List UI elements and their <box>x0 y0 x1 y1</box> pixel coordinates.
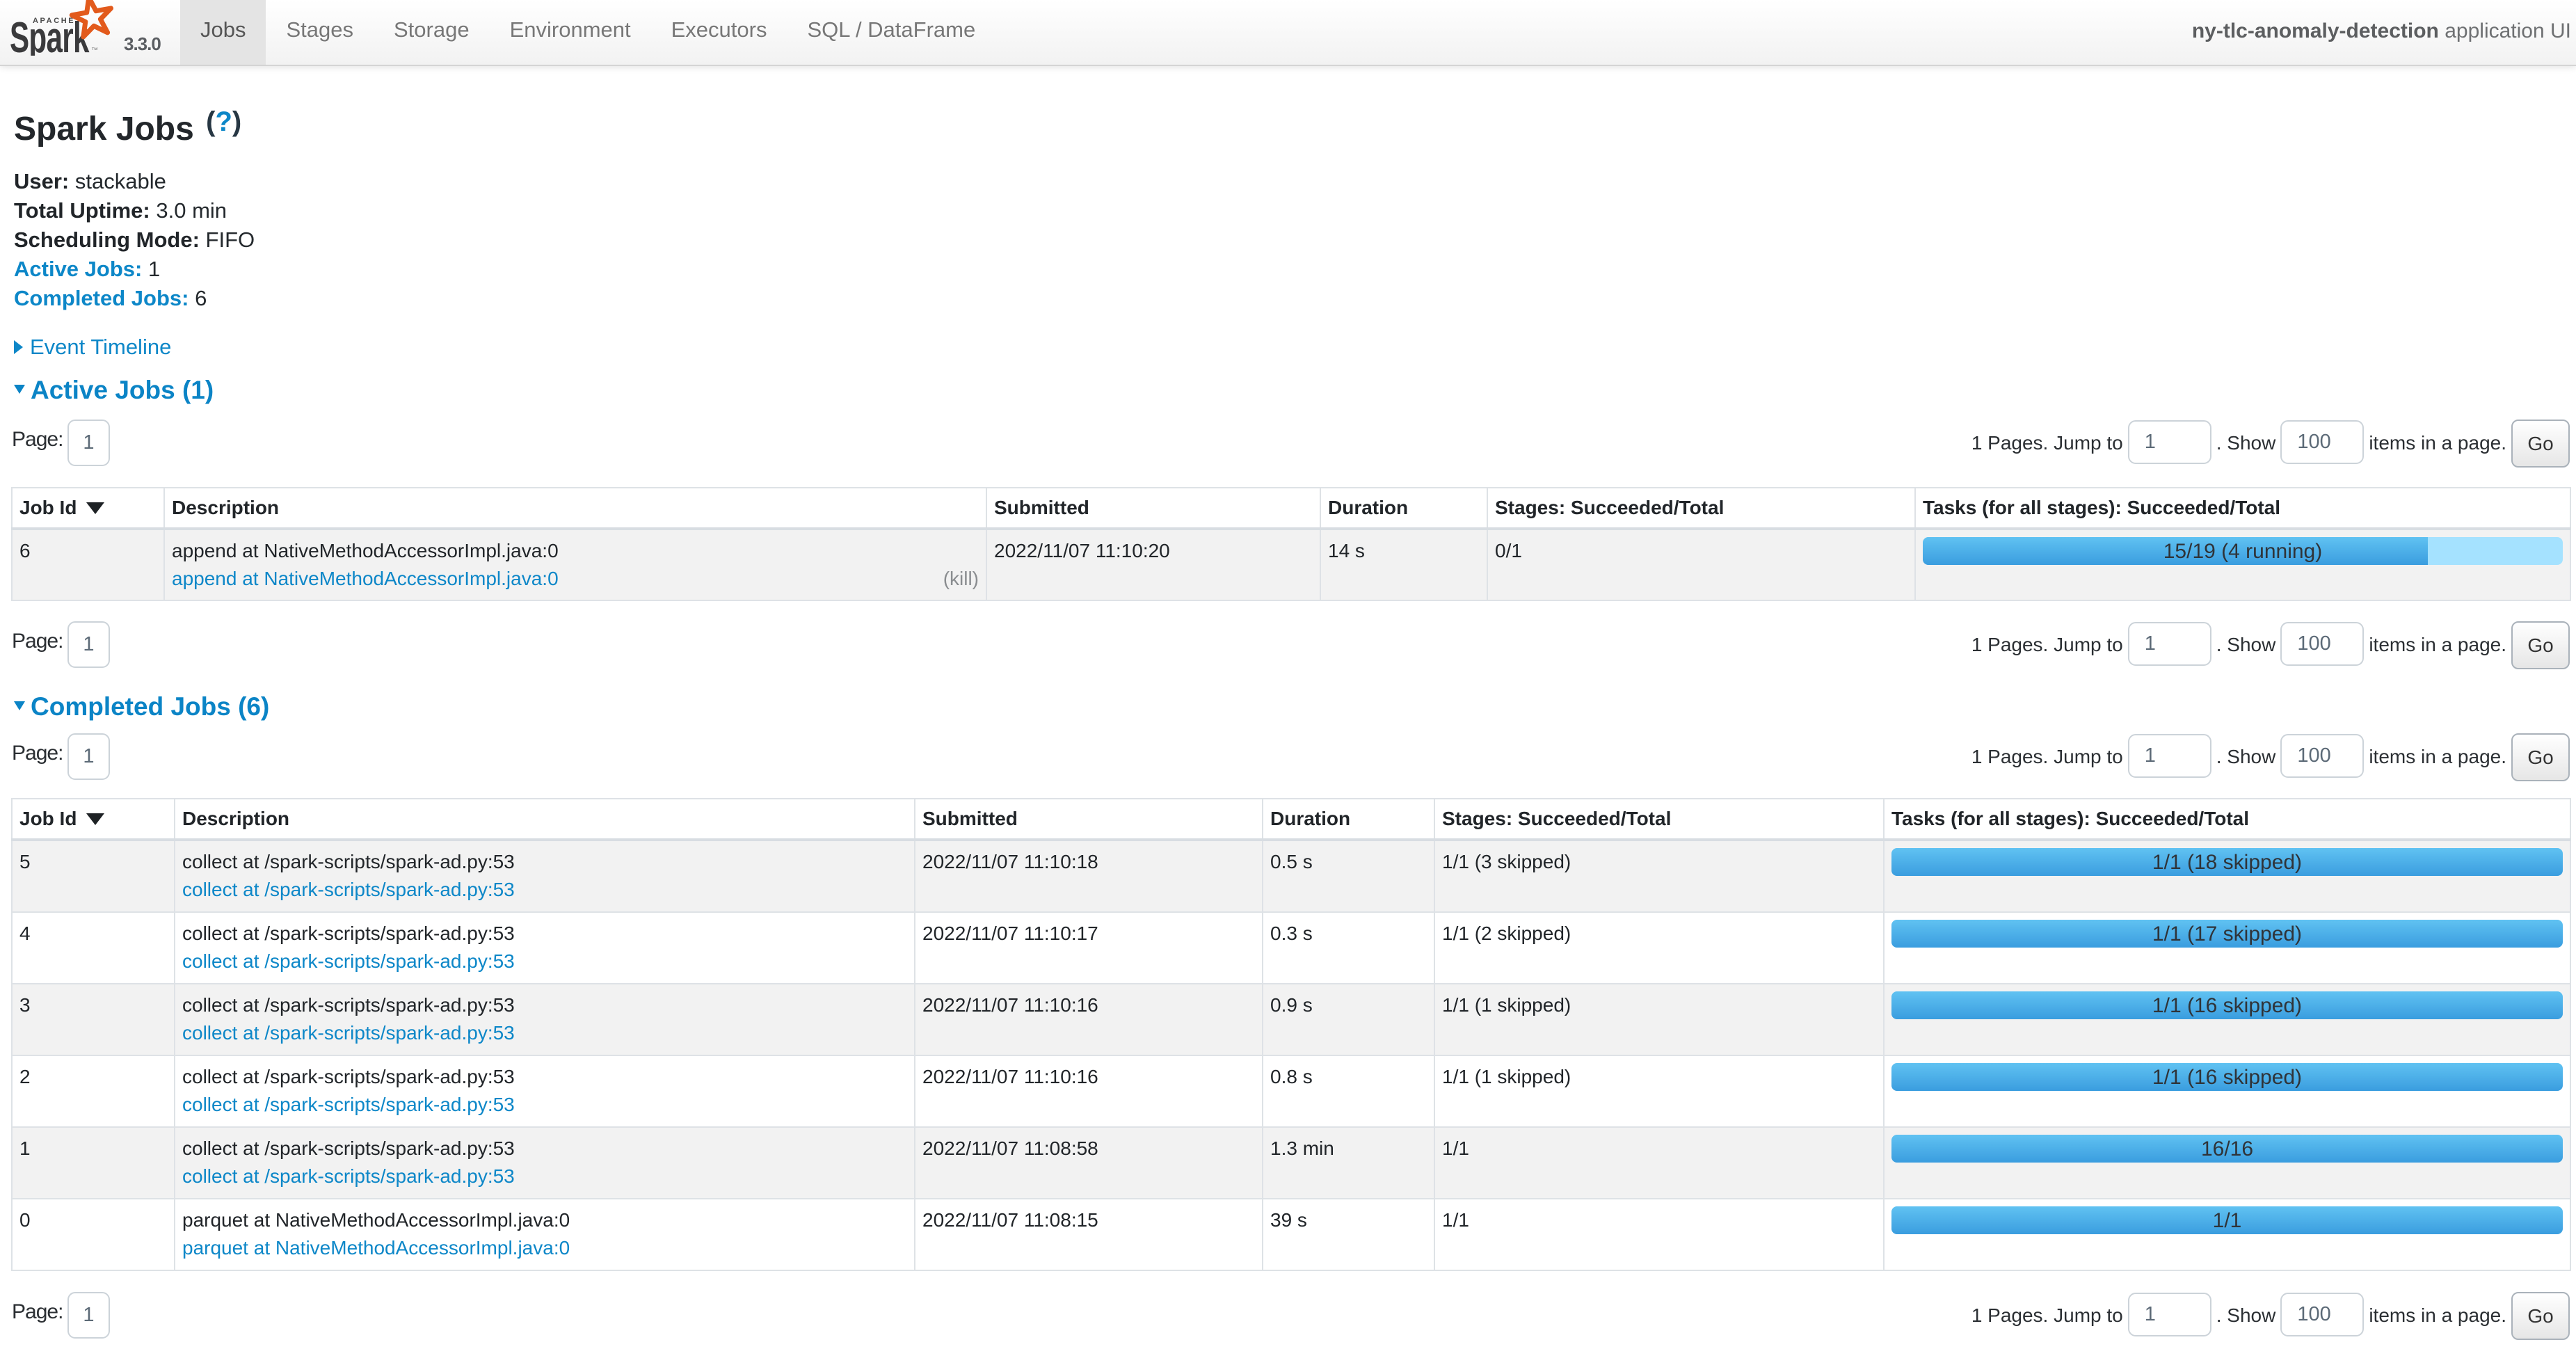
svg-text:™: ™ <box>91 47 98 54</box>
